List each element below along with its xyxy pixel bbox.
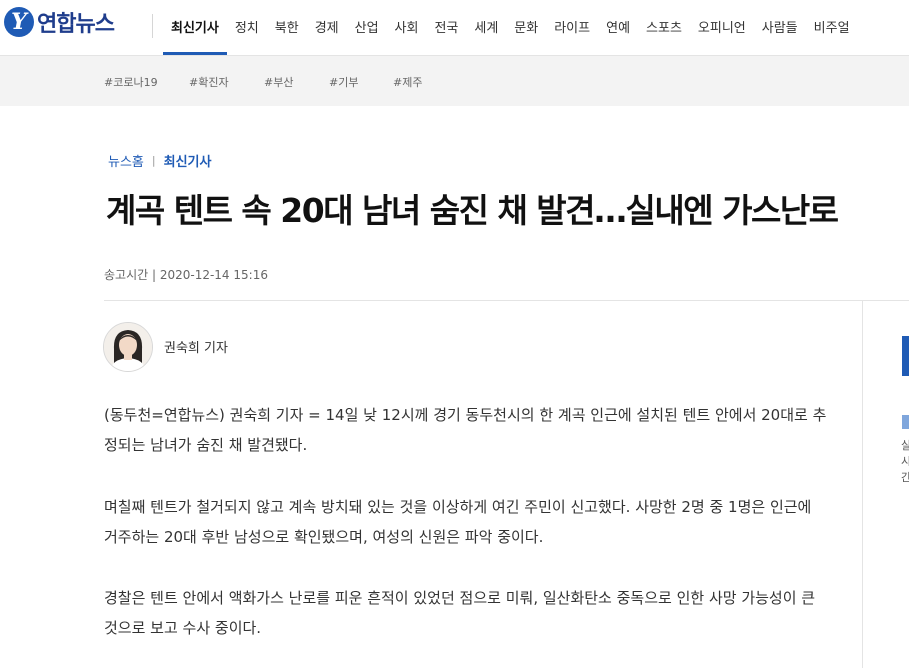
article-paragraph: 경찰은 텐트 안에서 액화가스 난로를 피운 흔적이 있었던 점으로 미뤄, 일… (104, 589, 816, 637)
article-paragraph: 며칠째 텐트가 철거되지 않고 계속 방치돼 있는 것을 이상하게 여긴 주민이… (104, 498, 812, 546)
article-headline: 계곡 텐트 속 20대 남녀 숨진 채 발견…실내엔 가스난로 (106, 191, 839, 230)
nav-item-culture[interactable]: 문화 (506, 0, 546, 55)
nav-item-opinion[interactable]: 오피니언 (690, 0, 754, 55)
side-panel-icon (902, 415, 909, 429)
nav-item-economy[interactable]: 경제 (307, 0, 347, 55)
logo-text: 연합뉴스 (37, 12, 115, 37)
nav-item-latest[interactable]: 최신기사 (163, 0, 227, 55)
nav-item-sports[interactable]: 스포츠 (638, 0, 690, 55)
sent-time: 송고시간 | 2020-12-14 15:16 (104, 268, 268, 282)
nav-item-politics[interactable]: 정치 (227, 0, 267, 55)
nav-item-world[interactable]: 세계 (466, 0, 506, 55)
article-paragraph: (동두천=연합뉴스) 권숙희 기자 = 14일 낮 12시께 경기 동두천시의 … (104, 406, 827, 454)
breadcrumb-home[interactable]: 뉴스홈 (108, 151, 144, 170)
nav-item-people[interactable]: 사람들 (754, 0, 806, 55)
reporter-avatar[interactable] (103, 322, 153, 372)
reporter-photo-icon (104, 323, 152, 371)
logo-mark-icon: Y (4, 7, 34, 37)
hashtag-link[interactable]: #부산 (264, 74, 293, 90)
nav-item-nationwide[interactable]: 전국 (426, 0, 466, 55)
side-panel-tab[interactable] (902, 336, 909, 376)
reporter-name[interactable]: 권숙희 기자 (164, 337, 228, 356)
nav-item-visual[interactable]: 비주얼 (806, 0, 858, 55)
nav-item-north-korea[interactable]: 북한 (267, 0, 307, 55)
side-panel-label[interactable]: 실시간 (901, 437, 909, 485)
breadcrumb: 뉴스홈 | 최신기사 (108, 151, 211, 170)
breadcrumb-separator: | (151, 154, 156, 167)
logo-divider (152, 14, 153, 38)
main-nav: 최신기사 정치 북한 경제 산업 사회 전국 세계 문화 라이프 연예 스포츠 … (163, 0, 858, 55)
top-bar: Y 연합뉴스 최신기사 정치 북한 경제 산업 사회 전국 세계 문화 라이프 … (0, 0, 909, 56)
hashtag-link[interactable]: #코로나19 (104, 74, 158, 90)
hashtag-link[interactable]: #제주 (393, 74, 422, 90)
breadcrumb-current[interactable]: 최신기사 (164, 151, 212, 170)
yonhap-logo[interactable]: Y 연합뉴스 (4, 6, 115, 38)
hashtag-link[interactable]: #확진자 (189, 74, 229, 90)
nav-item-society[interactable]: 사회 (387, 0, 427, 55)
nav-item-entertainment[interactable]: 연예 (598, 0, 638, 55)
hashtag-bar: #코로나19 #확진자 #부산 #기부 #제주 (0, 56, 909, 106)
sidebar-divider (862, 301, 863, 668)
nav-item-industry[interactable]: 산업 (347, 0, 387, 55)
hashtag-link[interactable]: #기부 (329, 74, 358, 90)
nav-item-life[interactable]: 라이프 (546, 0, 598, 55)
header-divider (104, 300, 909, 301)
